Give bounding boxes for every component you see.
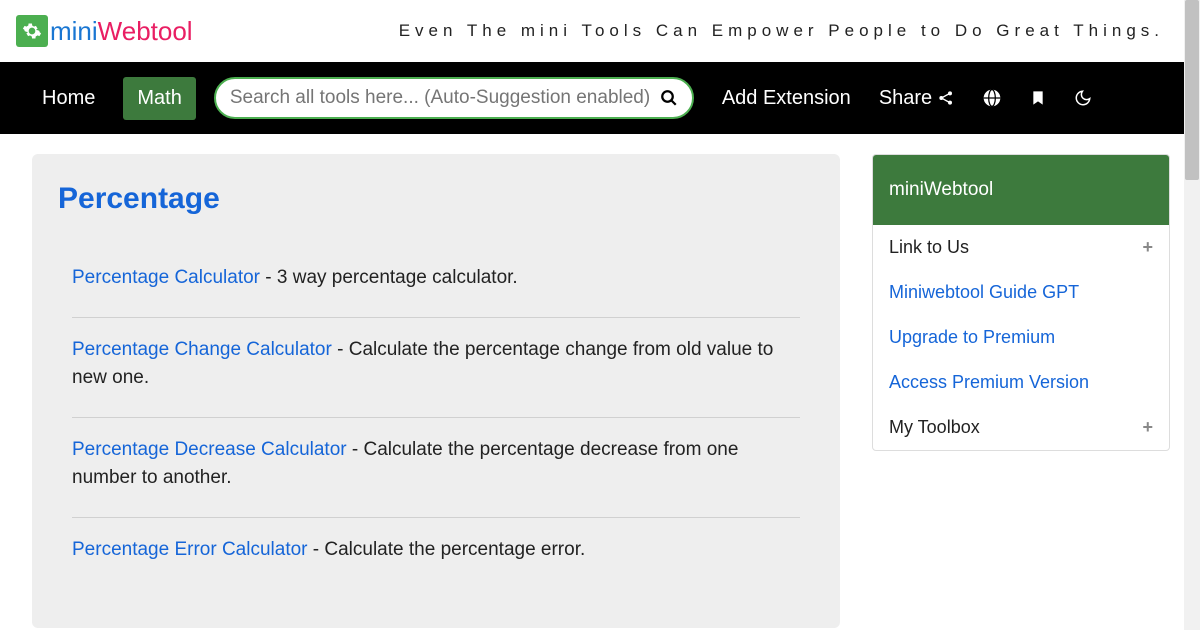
sidebar-my-toolbox[interactable]: My Toolbox + [873,405,1169,450]
nav-share[interactable]: Share [879,87,954,110]
scrollbar-thumb[interactable] [1185,0,1199,180]
tagline: Even The mini Tools Can Empower People t… [399,21,1184,41]
tool-link[interactable]: Percentage Calculator [72,267,260,288]
sidebar-access-premium[interactable]: Access Premium Version [873,360,1169,405]
sidebar-link-to-us[interactable]: Link to Us + [873,225,1169,270]
logo-link[interactable]: miniWebtool [16,15,193,47]
nav-math[interactable]: Math [123,77,195,120]
moon-icon[interactable] [1074,89,1092,107]
tool-link[interactable]: Percentage Error Calculator [72,539,308,560]
header: miniWebtool Even The mini Tools Can Empo… [0,0,1200,62]
tool-item: Percentage Decrease Calculator - Calcula… [72,418,800,518]
tool-desc: - 3 way percentage calculator. [260,267,518,288]
nav-home[interactable]: Home [32,79,105,118]
globe-icon[interactable] [982,88,1002,108]
tool-link[interactable]: Percentage Change Calculator [72,339,332,360]
plus-icon: + [1142,417,1153,438]
bookmark-icon[interactable] [1030,89,1046,107]
share-icon [938,90,954,106]
scrollbar-track[interactable] [1184,0,1200,630]
search-icon[interactable] [660,89,678,107]
search-box[interactable] [214,77,694,119]
nav-add-extension[interactable]: Add Extension [722,87,851,110]
nav-right: Add Extension Share [722,87,1092,110]
page-title: Percentage [58,182,800,216]
sidebar-upgrade[interactable]: Upgrade to Premium [873,315,1169,360]
plus-icon: + [1142,237,1153,258]
tool-item: Percentage Calculator - 3 way percentage… [72,264,800,318]
logo-text: miniWebtool [50,16,193,47]
main-panel: Percentage Percentage Calculator - 3 way… [32,154,840,628]
tool-list: Percentage Calculator - 3 way percentage… [72,264,800,588]
content-area: Percentage Percentage Calculator - 3 way… [0,134,1200,628]
tool-item: Percentage Change Calculator - Calculate… [72,318,800,418]
tool-item: Percentage Error Calculator - Calculate … [72,518,800,589]
tool-link[interactable]: Percentage Decrease Calculator [72,439,347,460]
sidebar-guide-gpt[interactable]: Miniwebtool Guide GPT [873,270,1169,315]
navbar: Home Math Add Extension Share [0,62,1200,134]
tool-desc: - Calculate the percentage error. [308,539,586,560]
gear-icon [16,15,48,47]
sidebar: miniWebtool Link to Us + Miniwebtool Gui… [872,154,1170,451]
search-input[interactable] [230,87,660,109]
sidebar-title: miniWebtool [873,155,1169,225]
